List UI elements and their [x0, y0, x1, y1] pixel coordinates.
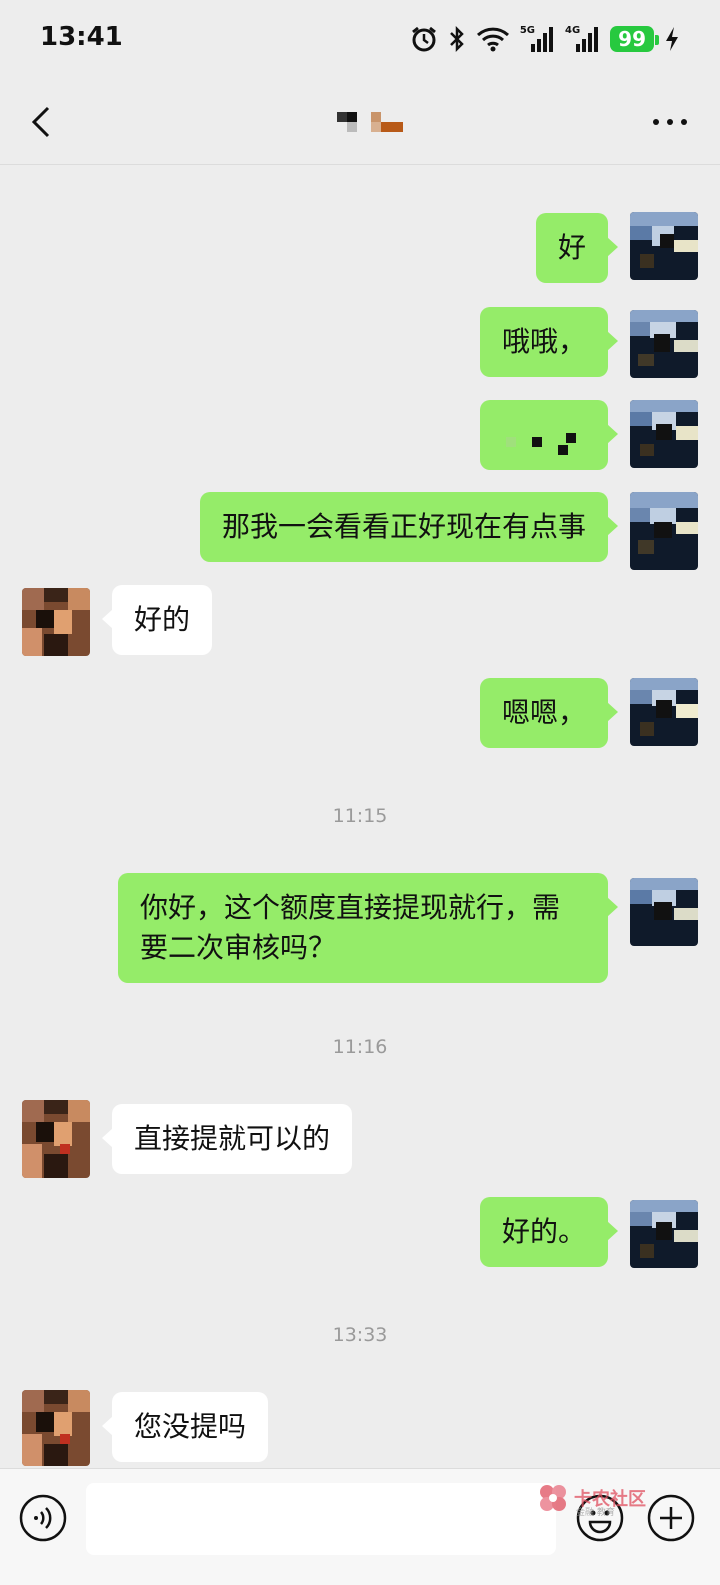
status-time: 13:41: [40, 22, 123, 52]
avatar[interactable]: [22, 1390, 90, 1466]
avatar[interactable]: [22, 588, 90, 656]
voice-button[interactable]: [18, 1493, 68, 1543]
chat-header: [0, 80, 720, 165]
back-icon: [31, 106, 50, 138]
timestamp: 13:33: [332, 1324, 388, 1346]
timestamp: 11:16: [332, 1036, 388, 1058]
more-icon: [653, 119, 687, 125]
message-bubble[interactable]: 好的: [101, 585, 213, 655]
avatar[interactable]: [22, 1100, 90, 1178]
avatar[interactable]: [630, 310, 698, 378]
message-bubble[interactable]: 嗯嗯，: [479, 678, 619, 748]
signal-icon: 4G: [564, 24, 600, 52]
status-icons: 5G 4G 99: [410, 22, 680, 56]
plus-button[interactable]: [646, 1493, 696, 1543]
network-type-label: 5G: [519, 24, 535, 36]
charging-icon: [664, 26, 680, 52]
message-bubble[interactable]: 好: [535, 213, 619, 283]
message-bubble[interactable]: 您没提吗: [101, 1392, 269, 1462]
wifi-icon: [476, 26, 510, 52]
message-bubble[interactable]: 好的。: [479, 1197, 619, 1267]
contact-name-redacted: [337, 108, 407, 136]
alarm-icon: [410, 25, 438, 53]
watermark-subtext: 金融 教育: [576, 1508, 615, 1518]
timestamp: 11:15: [332, 805, 388, 827]
avatar[interactable]: [630, 212, 698, 280]
avatar[interactable]: [630, 1200, 698, 1268]
watermark: 卡农社区 金融 教育: [536, 1478, 646, 1518]
more-button[interactable]: [648, 110, 692, 134]
battery-icon: 99: [610, 26, 659, 52]
message-bubble[interactable]: [480, 400, 618, 470]
message-bubble[interactable]: 哦哦，: [479, 307, 619, 377]
back-button[interactable]: [24, 102, 64, 142]
voice-icon: [19, 1494, 67, 1542]
network-type-label: 4G: [564, 24, 581, 36]
avatar[interactable]: [630, 878, 698, 946]
plus-icon: [647, 1494, 695, 1542]
watermark-logo-icon: [540, 1485, 566, 1511]
signal-icon: 5G: [519, 24, 555, 52]
message-bubble[interactable]: 直接提就可以的: [101, 1104, 353, 1174]
bluetooth-icon: [448, 25, 466, 53]
redacted-content: [506, 433, 576, 455]
avatar[interactable]: [630, 492, 698, 570]
status-bar: 13:41 5G 4G 99: [0, 0, 720, 80]
battery-level: 99: [618, 27, 646, 51]
message-input[interactable]: [86, 1483, 556, 1555]
message-bubble[interactable]: 你好，这个额度直接提现就行，需要二次审核吗？: [118, 873, 618, 983]
message-bubble[interactable]: 那我一会看看正好现在有点事: [199, 492, 619, 562]
avatar[interactable]: [630, 400, 698, 468]
avatar[interactable]: [630, 678, 698, 746]
